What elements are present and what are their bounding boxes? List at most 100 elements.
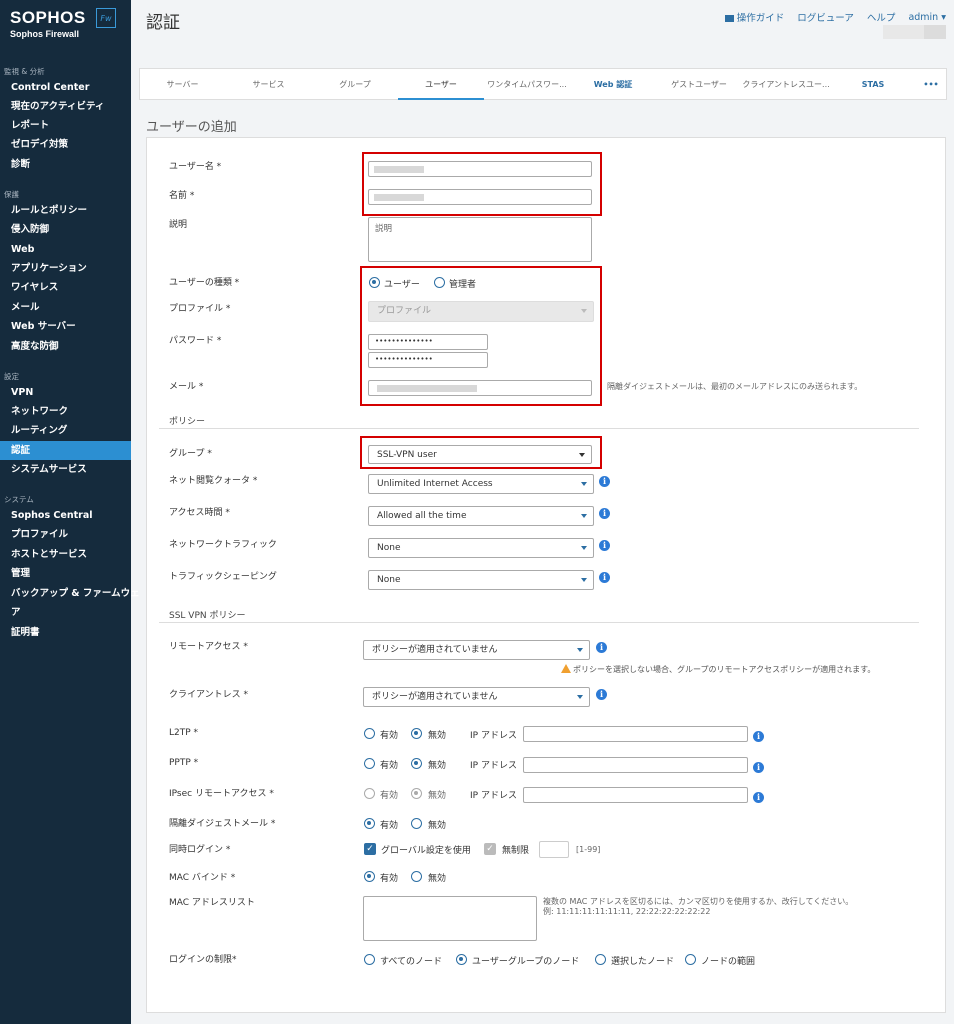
remote-access-value: ポリシーが適用されていません: [372, 645, 498, 655]
sidebar-item-backup-firmware[interactable]: バックアップ & ファームウェ: [0, 584, 140, 603]
info-icon[interactable]: i: [599, 540, 610, 551]
sidebar-item-administration[interactable]: 管理: [0, 564, 131, 583]
clientless-select[interactable]: ポリシーが適用されていません: [363, 687, 590, 707]
mac-list-label: MAC アドレスリスト: [169, 898, 255, 908]
sidebar-item-email[interactable]: メール: [0, 298, 131, 317]
warning-text: ポリシーを選択しない場合、グループのリモートアクセスポリシーが適用されます。: [573, 665, 876, 674]
tab-otp[interactable]: ワンタイムパスワー...: [484, 69, 570, 100]
sidebar-item-ips[interactable]: 侵入防御: [0, 220, 131, 239]
tab-groups[interactable]: グループ: [312, 69, 398, 100]
info-icon[interactable]: i: [599, 476, 610, 487]
highlight-box: [360, 436, 602, 469]
sidebar-item-profiles[interactable]: プロファイル: [0, 525, 131, 544]
login-all-nodes-radio[interactable]: [364, 954, 375, 965]
sidebar-item-network[interactable]: ネットワーク: [0, 402, 131, 421]
info-icon[interactable]: i: [753, 762, 764, 773]
sidebar-item-sophos-central[interactable]: Sophos Central: [0, 506, 131, 525]
sidebar-item-rules[interactable]: ルールとポリシー: [0, 201, 131, 220]
sslvpn-heading: SSL VPN ポリシー: [169, 611, 246, 621]
traffic-value: None: [377, 543, 401, 553]
ipsec-ip-input[interactable]: [523, 787, 748, 803]
login-group-nodes-radio[interactable]: [456, 954, 467, 965]
sidebar-item-wireless[interactable]: ワイヤレス: [0, 278, 131, 297]
sidebar-item-control-center[interactable]: Control Center: [0, 78, 131, 97]
tab-more[interactable]: •••: [916, 69, 946, 100]
help-link[interactable]: ヘルプ: [867, 10, 896, 24]
divider: [159, 622, 919, 623]
pptp-enabled-radio[interactable]: [364, 758, 375, 769]
sidebar-item-current-activity[interactable]: 現在のアクティビティ: [0, 97, 131, 116]
info-icon[interactable]: i: [753, 792, 764, 803]
guide-link[interactable]: 操作ガイド: [724, 10, 785, 24]
traffic-select[interactable]: None: [368, 538, 594, 558]
pptp-disabled-label: 無効: [428, 761, 447, 771]
tab-users[interactable]: ユーザー: [398, 69, 484, 100]
sidebar-item-hosts-services[interactable]: ホストとサービス: [0, 545, 131, 564]
sidebar-item-reports[interactable]: レポート: [0, 116, 131, 135]
quota-select[interactable]: Unlimited Internet Access: [368, 474, 594, 494]
sidebar-item-vpn[interactable]: VPN: [0, 383, 131, 402]
use-global-checkbox[interactable]: ✓: [364, 843, 376, 855]
sidebar-item-certificates[interactable]: 証明書: [0, 623, 131, 642]
quarantine-disabled-radio[interactable]: [411, 818, 422, 829]
tab-services[interactable]: サービス: [225, 69, 312, 100]
sidebar-item-backup-firmware-cont[interactable]: ア: [0, 603, 131, 622]
tab-servers[interactable]: サーバー: [140, 69, 225, 100]
use-global-label: グローバル設定を使用: [381, 846, 471, 856]
sidebar-item-zero-day[interactable]: ゼロデイ対策: [0, 135, 131, 154]
tab-stas[interactable]: STAS: [830, 69, 916, 100]
quarantine-label: 隔離ダイジェストメール *: [169, 819, 276, 829]
shaping-select[interactable]: None: [368, 570, 594, 590]
tab-clientless-users[interactable]: クライアントレスユー...: [742, 69, 830, 100]
login-all-nodes-label: すべてのノード: [380, 957, 443, 967]
user-type-label: ユーザーの種類 *: [169, 278, 240, 288]
l2tp-ip-input[interactable]: [523, 726, 748, 742]
pptp-ip-input[interactable]: [523, 757, 748, 773]
sidebar-item-advanced-protection[interactable]: 高度な防御: [0, 337, 131, 356]
chevron-down-icon: [581, 482, 587, 486]
logo: SOPHOS Sophos Firewall: [10, 8, 86, 39]
sidebar: SOPHOS Sophos Firewall Fw 監視 & 分析 Contro…: [0, 0, 140, 1024]
login-node-range-radio[interactable]: [685, 954, 696, 965]
info-icon[interactable]: i: [599, 572, 610, 583]
sidebar-item-routing[interactable]: ルーティング: [0, 421, 131, 440]
login-selected-nodes-radio[interactable]: [595, 954, 606, 965]
chevron-down-icon: [581, 546, 587, 550]
info-icon[interactable]: i: [596, 689, 607, 700]
tab-web-auth[interactable]: Web 認証: [570, 69, 656, 100]
ipsec-disabled-radio: [411, 788, 422, 799]
remote-access-warning: ポリシーを選択しない場合、グループのリモートアクセスポリシーが適用されます。: [561, 664, 875, 675]
email-label: メール *: [169, 382, 204, 392]
pptp-label: PPTP *: [169, 758, 199, 768]
sidebar-item-web[interactable]: Web: [0, 240, 131, 259]
sidebar-item-diagnostics[interactable]: 診断: [0, 155, 131, 174]
mac-list-textarea[interactable]: [363, 896, 537, 941]
pptp-disabled-radio[interactable]: [411, 758, 422, 769]
tab-guest-users[interactable]: ゲストユーザー: [656, 69, 742, 100]
logo-text: SOPHOS: [10, 8, 86, 27]
mac-bind-disabled-radio[interactable]: [411, 871, 422, 882]
form-heading: ユーザーの追加: [146, 120, 237, 135]
admin-menu[interactable]: admin ▾: [908, 12, 946, 23]
sidebar-item-web-server[interactable]: Web サーバー: [0, 317, 131, 336]
info-icon[interactable]: i: [753, 731, 764, 742]
login-restrict-label: ログインの制限*: [169, 955, 237, 965]
sidebar-item-authentication[interactable]: 認証: [0, 441, 131, 460]
sidebar-item-applications[interactable]: アプリケーション: [0, 259, 131, 278]
info-icon[interactable]: i: [596, 642, 607, 653]
log-viewer-link[interactable]: ログビューア: [797, 10, 854, 24]
l2tp-enabled-label: 有効: [380, 731, 399, 741]
l2tp-enabled-radio[interactable]: [364, 728, 375, 739]
quarantine-enabled-radio[interactable]: [364, 818, 375, 829]
remote-access-select[interactable]: ポリシーが適用されていません: [363, 640, 590, 660]
sidebar-item-system-services[interactable]: システムサービス: [0, 460, 131, 479]
username-label: ユーザー名 *: [169, 162, 222, 172]
policy-heading: ポリシー: [169, 417, 206, 427]
guide-label: 操作ガイド: [736, 13, 785, 24]
info-icon[interactable]: i: [599, 508, 610, 519]
l2tp-disabled-radio[interactable]: [411, 728, 422, 739]
access-time-select[interactable]: Allowed all the time: [368, 506, 594, 526]
product-name: Sophos Firewall: [10, 29, 80, 39]
mac-bind-enabled-radio[interactable]: [364, 871, 375, 882]
description-textarea[interactable]: 説明: [368, 217, 592, 262]
